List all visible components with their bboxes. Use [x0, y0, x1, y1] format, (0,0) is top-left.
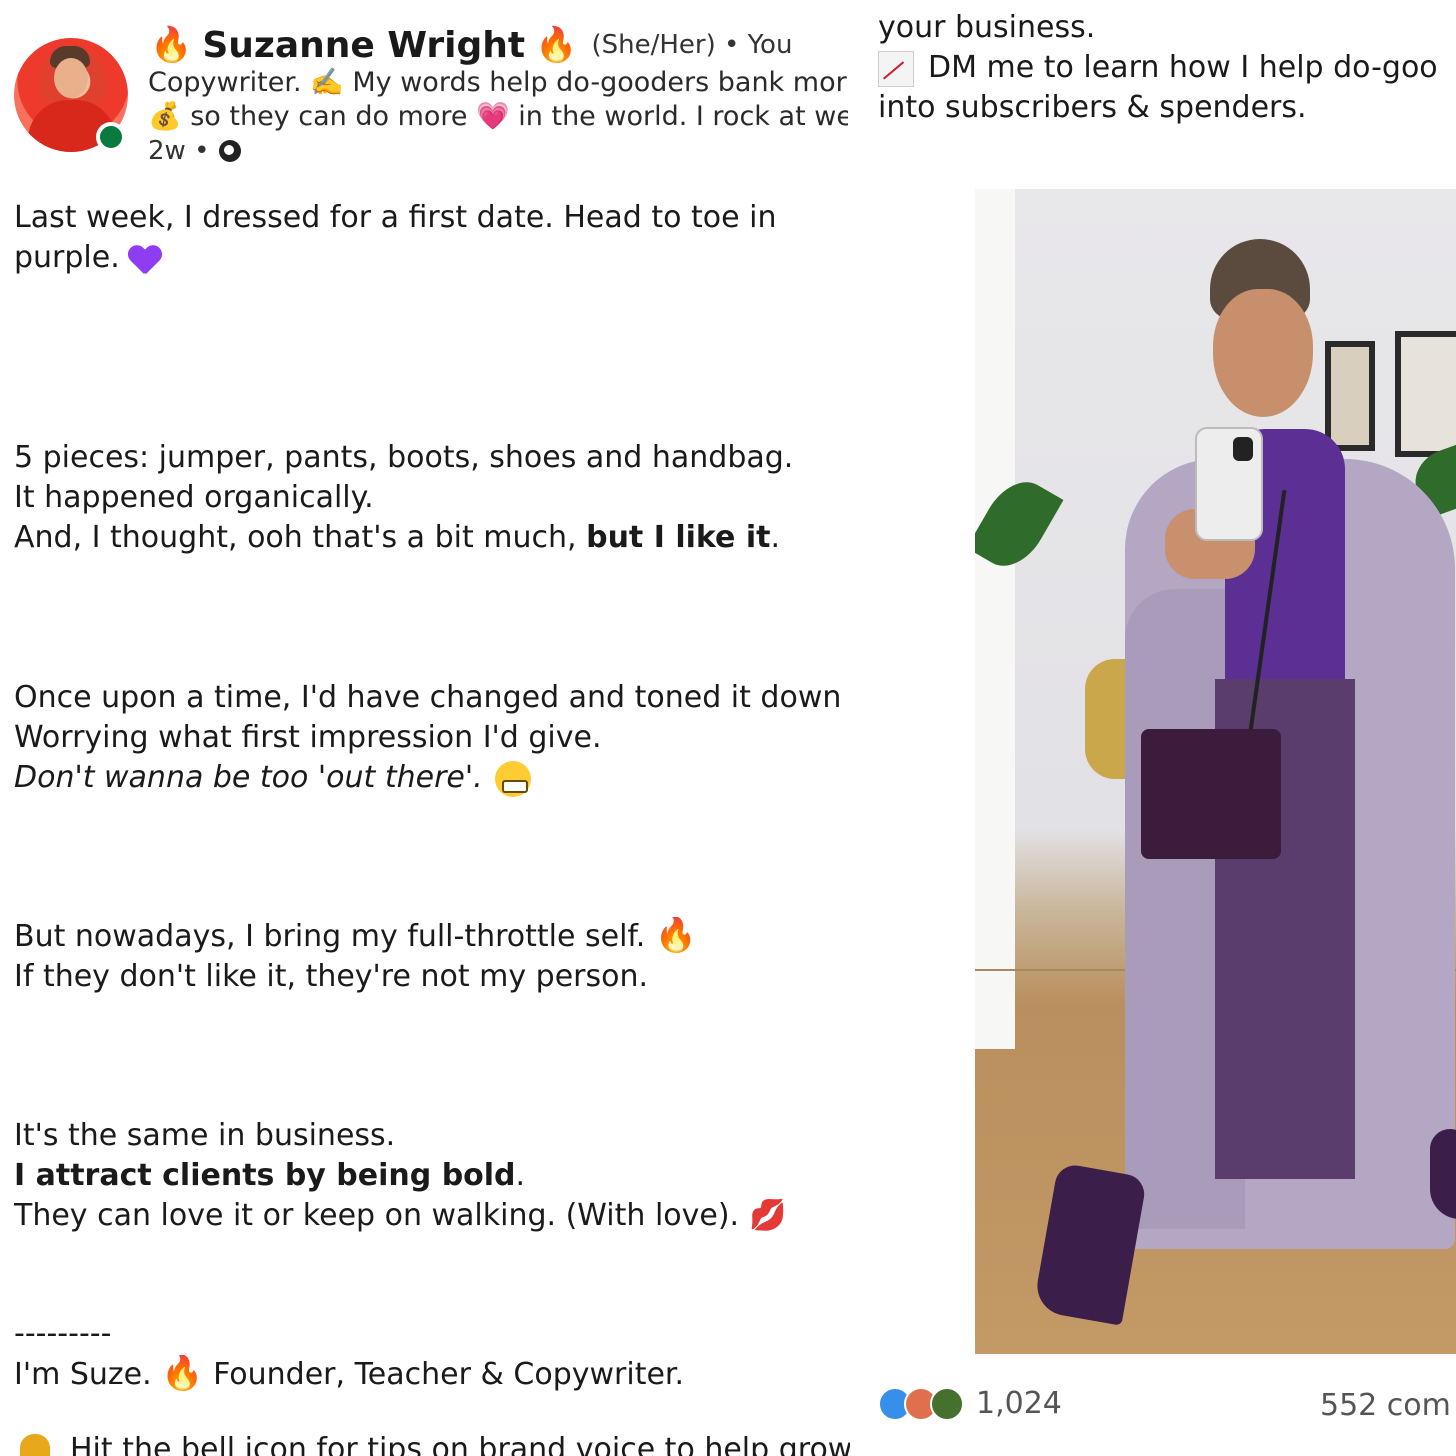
reactions-count: 1,024 — [976, 1386, 1062, 1421]
post-line: It happened organically. — [14, 480, 374, 515]
post-line-text: I'm Suze. — [14, 1357, 152, 1392]
post-italic-text: Don't wanna be too 'out there'. — [14, 760, 483, 795]
fire-icon: 🔥 — [654, 917, 698, 955]
post-text-panel: 🔥 Suzanne Wright 🔥 (She/Her) • You Copyw… — [0, 0, 856, 1456]
bell-icon — [20, 1434, 50, 1456]
post-line: Don't wanna be too 'out there'. — [14, 758, 850, 798]
support-reaction-icon — [930, 1386, 964, 1421]
fire-icon: 🔥 — [150, 25, 193, 65]
post-line: Worrying what first impression I'd give. — [14, 720, 602, 755]
post-line: Last week, I dressed for a first date. H… — [14, 200, 777, 235]
fire-icon: 🔥 — [535, 25, 578, 65]
post-bold-text: but I like it — [586, 520, 771, 555]
kiss-mark-icon: 💋 — [749, 1198, 787, 1233]
post-line: Hit the bell icon for tips on brand voic… — [70, 1432, 850, 1456]
post-line: But nowadays, I bring my full-throttle s… — [14, 917, 850, 957]
post-line-text: purple. — [14, 240, 120, 275]
globe-icon — [219, 140, 242, 162]
post-photo[interactable] — [975, 189, 1456, 1354]
post-time: 2w • — [148, 136, 210, 166]
post-line: I attract clients by being bold. — [14, 1156, 850, 1196]
post-line: your business. — [878, 10, 1096, 45]
post-line: purple. — [14, 238, 850, 278]
author-row: 🔥 Suzanne Wright 🔥 (She/Her) • You — [150, 20, 792, 70]
fire-icon: 🔥 — [161, 1355, 204, 1393]
post-line-text: . — [515, 1158, 526, 1193]
post-line-text: . — [770, 520, 780, 555]
post-line: DM me to learn how I help do-goo — [878, 48, 1438, 88]
post-line-text: But nowadays, I bring my full-throttle s… — [14, 919, 646, 954]
post-line-text: DM me to learn how I help do-goo — [928, 50, 1438, 85]
post-continued-panel: your business. DM me to learn how I help… — [866, 0, 1456, 1456]
post-line-text: And, I thought, ooh that's a bit much, — [14, 520, 587, 555]
online-status-indicator — [96, 122, 126, 152]
post-line-text: Founder, Teacher & Copywriter. — [213, 1357, 685, 1392]
post-meta: 2w • — [148, 136, 242, 166]
post-line: Once upon a time, I'd have changed and t… — [14, 680, 842, 715]
post-line: They can love it or keep on walking. (Wi… — [14, 1196, 850, 1236]
post-line: If they don't like it, they're not my pe… — [14, 959, 649, 994]
post-line: 5 pieces: jumper, pants, boots, shoes an… — [14, 440, 794, 475]
comments-count-link[interactable]: 552 com — [1320, 1388, 1451, 1423]
post-line: It's the same in business. — [14, 1118, 396, 1153]
reactions-summary[interactable]: 1,024 — [878, 1386, 1062, 1421]
separator-line: --------- — [14, 1316, 112, 1351]
grimacing-face-icon — [494, 760, 531, 797]
author-pronouns: (She/Her) • You — [591, 30, 793, 60]
post-line-text: They can love it or keep on walking. (Wi… — [14, 1198, 740, 1233]
post-line: into subscribers & spenders. — [878, 90, 1307, 125]
author-headline-line-1: Copywriter. ✍️ My words help do-gooders … — [148, 67, 847, 98]
post-bold-text: I attract clients by being bold — [14, 1158, 516, 1193]
author-name[interactable]: Suzanne Wright — [202, 25, 525, 66]
purple-heart-icon — [128, 244, 162, 274]
chart-increasing-icon — [878, 50, 914, 87]
post-line: And, I thought, ooh that's a bit much, b… — [14, 518, 850, 558]
post-line: I'm Suze. 🔥 Founder, Teacher & Copywrite… — [14, 1355, 850, 1395]
author-headline-line-2: 💰 so they can do more 💗 in the world. I … — [148, 101, 848, 132]
